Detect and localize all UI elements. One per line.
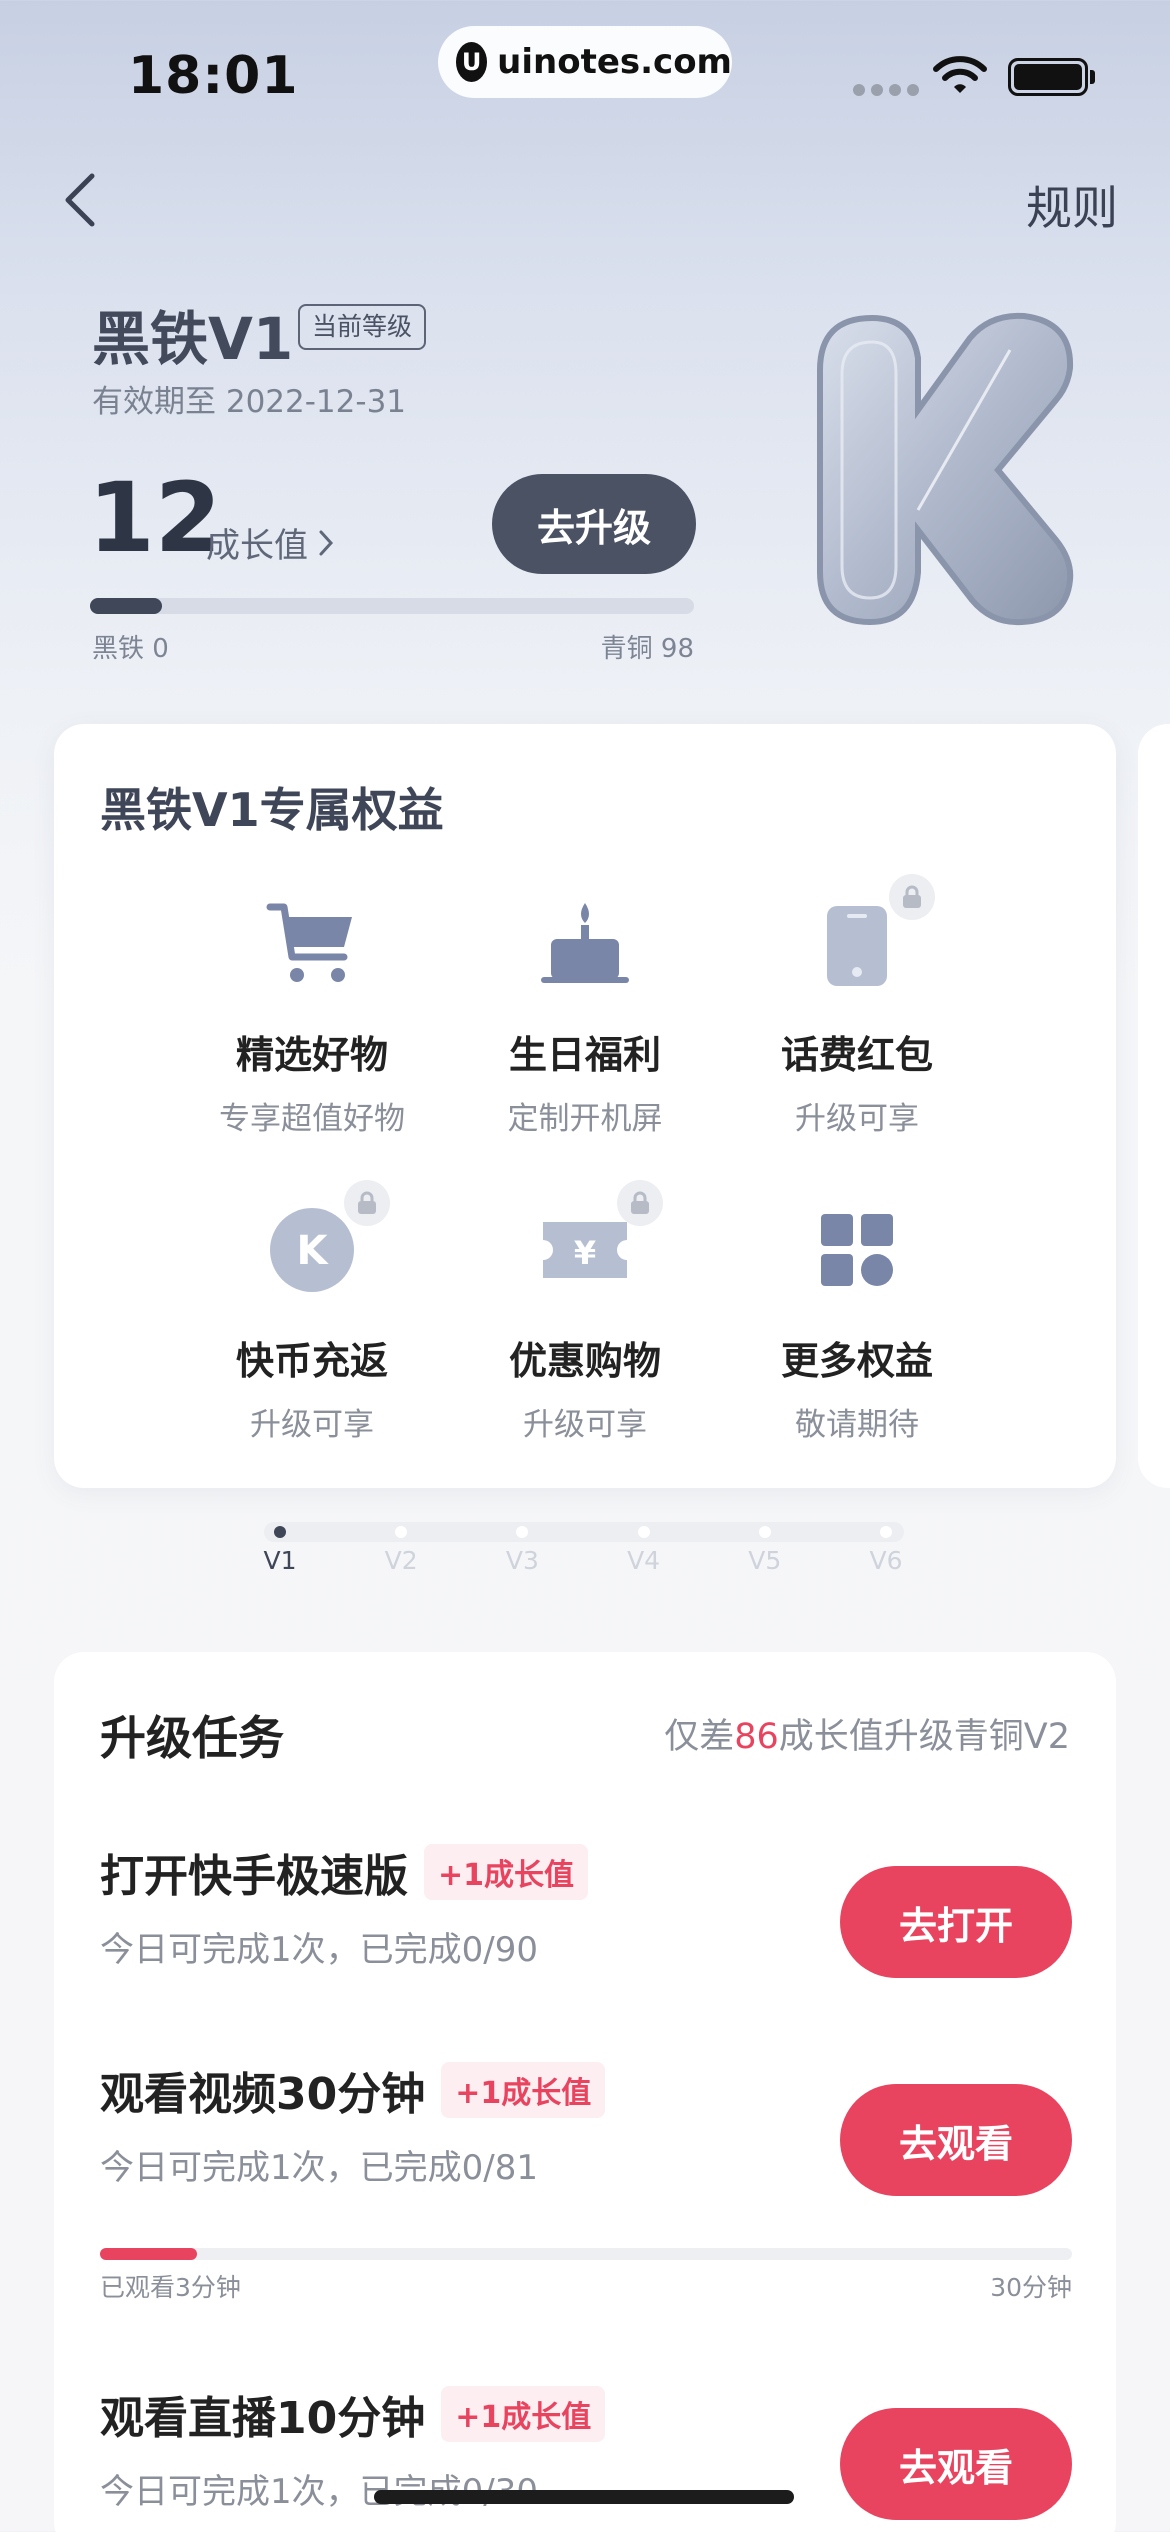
benefits-card: 黑铁V1专属权益 精选好物 专享超值好物 生日福利 定制开机屏 话费红包 升级可… bbox=[54, 724, 1116, 1488]
benefit-name: 话费红包 bbox=[780, 1033, 933, 1077]
reward-tag: +1成长值 bbox=[424, 1844, 589, 1900]
wifi-icon bbox=[933, 56, 987, 93]
benefit-name: 优惠购物 bbox=[508, 1339, 661, 1383]
watch-progress-bar bbox=[100, 2248, 1072, 2260]
benefit-item[interactable]: ¥ 优惠购物 升级可享 bbox=[445, 1180, 725, 1444]
benefit-name: 快币充返 bbox=[235, 1339, 388, 1383]
task-subtitle: 今日可完成1次，已完成0/30 bbox=[100, 2472, 538, 2512]
benefit-desc: 敬请期待 bbox=[795, 1407, 919, 1443]
pager-label[interactable]: V2 bbox=[361, 1546, 441, 1575]
validity-date: 有效期至 2022-12-31 bbox=[92, 384, 407, 420]
watch-progress-fill bbox=[100, 2248, 198, 2260]
pager-label[interactable]: V6 bbox=[846, 1546, 926, 1575]
coin-letter: K bbox=[297, 1228, 330, 1274]
benefit-desc: 专享超值好物 bbox=[219, 1101, 405, 1137]
lock-badge bbox=[617, 1180, 663, 1226]
benefit-desc: 升级可享 bbox=[795, 1101, 919, 1137]
level-name: 黑铁V1 bbox=[92, 305, 294, 373]
pager-label[interactable]: V4 bbox=[604, 1546, 684, 1575]
pager-label[interactable]: V3 bbox=[482, 1546, 562, 1575]
task-title: 观看直播10分钟 +1成长值 bbox=[100, 2382, 606, 2446]
chevron-right-icon bbox=[319, 530, 334, 555]
benefit-name: 生日福利 bbox=[508, 1033, 661, 1077]
coupon-icon: ¥ bbox=[543, 1222, 627, 1278]
level-pager-track bbox=[264, 1522, 904, 1542]
benefit-item[interactable]: 话费红包 升级可享 bbox=[717, 874, 997, 1138]
cellular-signal-icon bbox=[853, 84, 919, 96]
points-needed: 86 bbox=[734, 1717, 779, 1757]
benefit-item[interactable]: K 快币充返 升级可享 bbox=[172, 1180, 452, 1444]
range-min-label: 黑铁 0 bbox=[92, 634, 169, 664]
task-subtitle: 今日可完成1次，已完成0/90 bbox=[100, 1930, 538, 1970]
benefits-title: 黑铁V1专属权益 bbox=[100, 783, 444, 837]
range-max-label: 青铜 98 bbox=[600, 634, 694, 664]
pager-dot[interactable] bbox=[758, 1526, 771, 1538]
tasks-card: 升级任务 仅差86成长值升级青铜V2 打开快手极速版 +1成长值 今日可完成1次，… bbox=[54, 1652, 1116, 2532]
benefit-desc: 升级可享 bbox=[523, 1407, 647, 1443]
url-text: uinotes.com bbox=[497, 42, 732, 82]
battery-icon bbox=[1008, 58, 1088, 96]
lock-badge bbox=[344, 1180, 390, 1226]
task-title: 打开快手极速版 +1成长值 bbox=[100, 1840, 589, 1904]
benefit-item[interactable]: 精选好物 专享超值好物 bbox=[172, 894, 452, 1138]
benefit-item[interactable]: 生日福利 定制开机屏 bbox=[445, 894, 725, 1138]
watch-progress-target: 30分钟 bbox=[990, 2273, 1072, 2302]
task-title: 观看视频30分钟 +1成长值 bbox=[100, 2058, 606, 2122]
pager-dot[interactable] bbox=[637, 1526, 650, 1538]
back-button[interactable] bbox=[58, 170, 102, 230]
pager-dot[interactable] bbox=[880, 1526, 892, 1538]
status-time: 18:01 bbox=[128, 46, 299, 106]
reward-tag: +1成长值 bbox=[441, 2062, 606, 2118]
growth-progress-fill bbox=[90, 598, 163, 614]
reward-tag: +1成长值 bbox=[441, 2386, 606, 2442]
lock-icon bbox=[903, 885, 921, 908]
benefit-name: 更多权益 bbox=[780, 1339, 933, 1383]
growth-value-link[interactable]: 成长值 bbox=[206, 518, 334, 567]
pager-label[interactable]: V1 bbox=[240, 1546, 320, 1575]
lock-badge bbox=[889, 874, 935, 920]
kuaibi-coin-icon: K bbox=[270, 1208, 354, 1292]
shopping-cart-icon bbox=[266, 903, 352, 982]
upgrade-button[interactable]: 去升级 bbox=[492, 474, 696, 574]
rules-link[interactable]: 规则 bbox=[1026, 172, 1118, 238]
benefit-name: 精选好物 bbox=[235, 1033, 388, 1077]
more-grid-icon bbox=[821, 1214, 893, 1286]
site-logo-icon: U bbox=[456, 42, 488, 82]
coupon-symbol: ¥ bbox=[574, 1234, 596, 1272]
task-subtitle: 今日可完成1次，已完成0/81 bbox=[100, 2148, 538, 2188]
growth-label: 成长值 bbox=[206, 526, 308, 566]
watch-progress-label: 已观看3分钟 bbox=[100, 2273, 241, 2302]
lock-icon bbox=[631, 1191, 649, 1214]
watch-live-button[interactable]: 去观看 bbox=[840, 2408, 1072, 2520]
benefit-item[interactable]: 更多权益 敬请期待 bbox=[717, 1200, 997, 1444]
url-pill[interactable]: U uinotes.com bbox=[438, 26, 732, 98]
tasks-summary: 仅差86成长值升级青铜V2 bbox=[664, 1717, 1070, 1757]
pager-label[interactable]: V5 bbox=[725, 1546, 805, 1575]
battery-tip bbox=[1090, 70, 1095, 84]
tasks-title: 升级任务 bbox=[100, 1711, 284, 1765]
pager-dot[interactable] bbox=[274, 1526, 286, 1538]
lock-icon bbox=[358, 1191, 376, 1214]
growth-value: 12 bbox=[88, 462, 222, 574]
level-emblem-icon bbox=[817, 312, 1074, 626]
home-indicator bbox=[374, 2490, 794, 2504]
open-app-button[interactable]: 去打开 bbox=[840, 1866, 1072, 1978]
phone-icon bbox=[827, 906, 887, 986]
benefit-desc: 定制开机屏 bbox=[507, 1101, 663, 1137]
current-level-badge: 当前等级 bbox=[298, 304, 427, 350]
growth-progress-bar bbox=[90, 598, 694, 614]
watch-video-button[interactable]: 去观看 bbox=[840, 2084, 1072, 2196]
birthday-cake-icon bbox=[541, 903, 629, 983]
benefit-desc: 升级可享 bbox=[250, 1407, 374, 1443]
next-level-card-peek[interactable] bbox=[1138, 724, 1170, 1488]
